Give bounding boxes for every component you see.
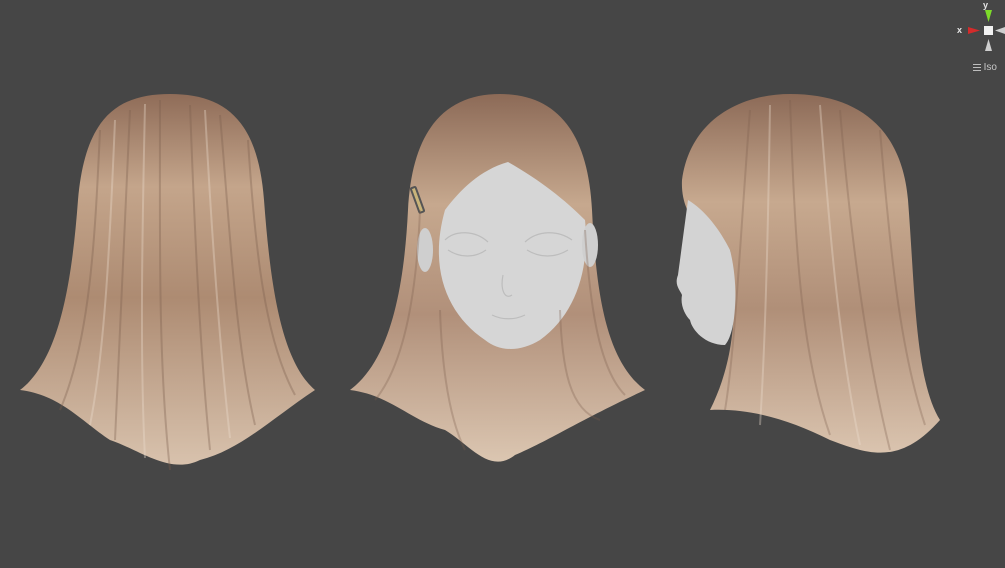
gizmo-center-cube (984, 26, 993, 35)
head-front-view[interactable] (350, 90, 650, 480)
gizmo-neg-y-axis-cone (985, 39, 992, 51)
orientation-gizmo[interactable]: y x (948, 0, 1005, 60)
scene-viewport[interactable]: y x Iso (0, 0, 1005, 568)
gizmo-neg-x-axis-cone (995, 27, 1005, 34)
projection-label: Iso (983, 62, 997, 73)
hamburger-menu-icon (972, 62, 981, 73)
gizmo-x-axis-cone (968, 27, 980, 34)
gizmo-y-axis-cone (985, 10, 992, 22)
projection-toggle[interactable]: Iso (972, 62, 997, 73)
hair-back-view[interactable] (20, 90, 320, 480)
head-side-view[interactable] (670, 90, 950, 480)
